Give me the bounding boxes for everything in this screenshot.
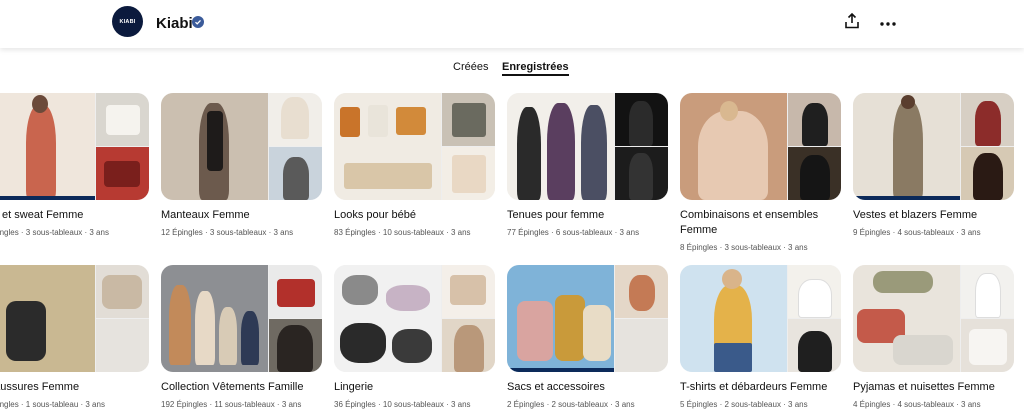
board-card[interactable]: Pyjamas et nuisettes Femme 4 Épingles · … [853, 265, 1014, 409]
board-cover [853, 265, 1014, 372]
board-cover [161, 93, 322, 200]
board-title: ull et sweat Femme [0, 209, 84, 221]
board-card[interactable]: ull et sweat Femme Épingles · 3 sous-tab… [0, 93, 149, 237]
profile-name[interactable]: Kiabi [156, 15, 193, 32]
board-cover [334, 93, 495, 200]
board-meta: 9 Épingles · 4 sous-tableaux · 3 ans [853, 228, 981, 237]
active-tab-indicator [502, 74, 569, 76]
board-card[interactable]: Combinaisons et ensembles Femme 8 Épingl… [680, 93, 841, 252]
tab-label: Créées [453, 61, 489, 73]
board-card[interactable]: Tenues pour femme 77 Épingles · 6 sous-t… [507, 93, 668, 237]
board-card[interactable]: Collection Vêtements Famille 192 Épingle… [161, 265, 322, 409]
tab-label: Enregistrées [502, 61, 569, 73]
board-title: Combinaisons et ensembles Femme [680, 209, 819, 236]
board-cover [0, 265, 149, 372]
board-cover [680, 93, 841, 200]
board-title: T-shirts et débardeurs Femme [680, 381, 828, 393]
board-card[interactable]: Manteaux Femme 12 Épingles · 3 sous-tabl… [161, 93, 322, 237]
board-meta: 192 Épingles · 11 sous-tableaux · 3 ans [161, 400, 302, 409]
board-meta: 36 Épingles · 10 sous-tableaux · 3 ans [334, 400, 471, 409]
more-dots-icon [879, 14, 897, 32]
board-title: Collection Vêtements Famille [161, 381, 304, 393]
board-meta: 2 Épingles · 2 sous-tableaux · 3 ans [507, 400, 635, 409]
board-meta: 4 Épingles · 4 sous-tableaux · 3 ans [853, 400, 981, 409]
tab-saved[interactable]: Enregistrées [502, 61, 569, 76]
board-cover [853, 93, 1014, 200]
board-card[interactable]: Vestes et blazers Femme 9 Épingles · 4 s… [853, 93, 1014, 237]
board-card[interactable]: Lingerie 36 Épingles · 10 sous-tableaux … [334, 265, 495, 409]
board-cover [334, 265, 495, 372]
avatar-logo-text: KIABI [119, 18, 136, 25]
board-meta: Épingles · 3 sous-tableaux · 3 ans [0, 228, 109, 237]
tab-created[interactable]: Créées [453, 61, 488, 73]
avatar[interactable]: KIABI [112, 6, 143, 37]
board-cover [680, 265, 841, 372]
board-meta: 77 Épingles · 6 sous-tableaux · 3 ans [507, 228, 640, 237]
board-card[interactable]: haussures Femme Épingles · 1 sous-tablea… [0, 265, 149, 409]
profile-header: KIABI Kiabi [0, 0, 1024, 48]
verified-check-icon [192, 16, 204, 28]
board-cover [507, 265, 668, 372]
board-title: Vestes et blazers Femme [853, 209, 978, 221]
board-title: Looks pour bébé [334, 209, 416, 221]
share-button[interactable] [841, 12, 863, 34]
board-card[interactable]: T-shirts et débardeurs Femme 5 Épingles … [680, 265, 841, 409]
board-tabs: Créées Enregistrées [0, 61, 1024, 81]
board-cover [161, 265, 322, 372]
board-title: Lingerie [334, 381, 374, 393]
board-meta: 5 Épingles · 2 sous-tableaux · 3 ans [680, 400, 808, 409]
share-icon [843, 12, 861, 35]
board-cover [507, 93, 668, 200]
board-title: Manteaux Femme [161, 209, 250, 221]
board-meta: Épingles · 1 sous-tableau · 3 ans [0, 400, 105, 409]
board-cover [0, 93, 149, 200]
board-card[interactable]: Sacs et accessoires 2 Épingles · 2 sous-… [507, 265, 668, 409]
board-meta: 8 Épingles · 3 sous-tableaux · 3 ans [680, 243, 808, 252]
board-card[interactable]: Looks pour bébé 83 Épingles · 10 sous-ta… [334, 93, 495, 237]
board-meta: 12 Épingles · 3 sous-tableaux · 3 ans [161, 228, 294, 237]
board-title: Pyjamas et nuisettes Femme [853, 381, 995, 393]
more-options-button[interactable] [877, 12, 899, 34]
board-title: haussures Femme [0, 381, 80, 393]
board-meta: 83 Épingles · 10 sous-tableaux · 3 ans [334, 228, 471, 237]
board-title: Tenues pour femme [507, 209, 605, 221]
board-title: Sacs et accessoires [507, 381, 605, 393]
